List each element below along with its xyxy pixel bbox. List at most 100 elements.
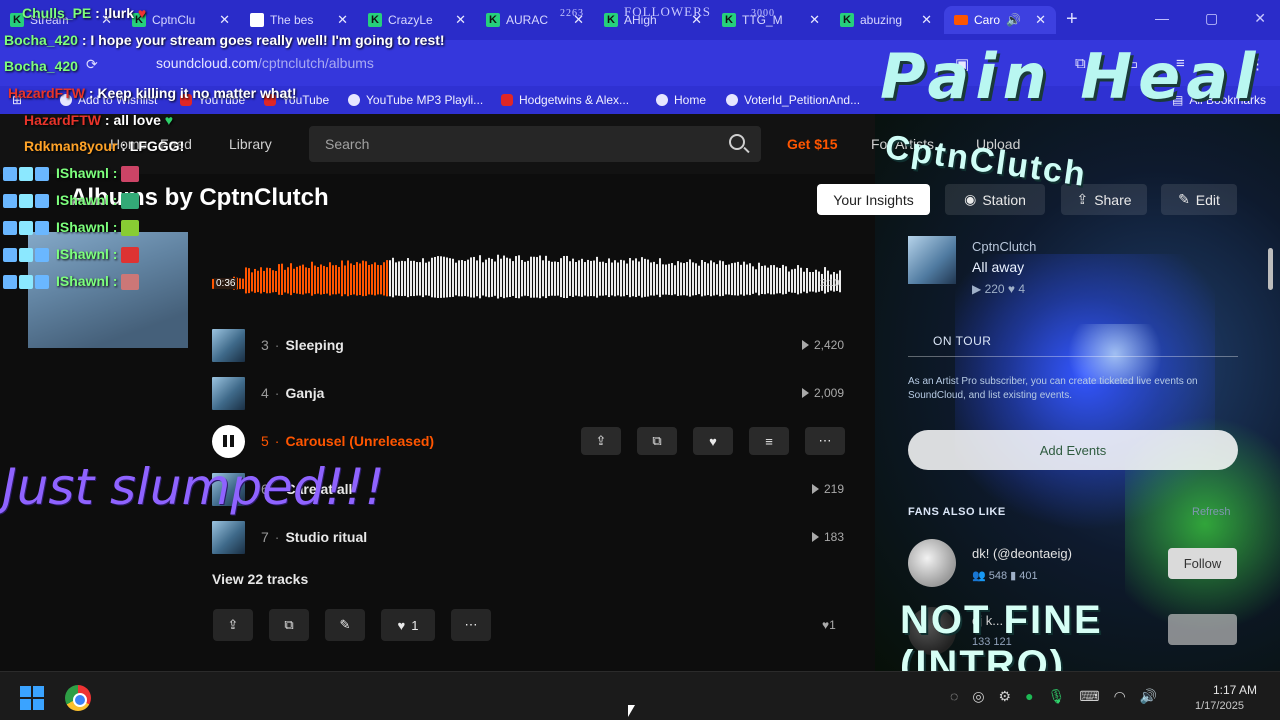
window-controls: — ▢ ✕ <box>1155 10 1266 27</box>
chat-username: HazardFTW <box>8 85 85 101</box>
waveform-bar <box>491 258 493 297</box>
waveform-bar <box>758 262 760 296</box>
station-button[interactable]: ◉ Station <box>945 184 1045 215</box>
like-track-button[interactable]: ♥ <box>693 427 733 455</box>
play-icon <box>811 484 819 494</box>
app-tray-icon[interactable]: ◎ <box>972 688 984 705</box>
sidebar-track-title[interactable]: All away <box>972 259 1024 275</box>
like-album-button[interactable]: ♥ 1 <box>381 609 435 641</box>
close-tab-icon[interactable]: ✕ <box>455 12 466 28</box>
track-row[interactable]: 4 · Ganja 2,009 <box>212 376 844 410</box>
close-tab-icon[interactable]: ✕ <box>1035 12 1046 28</box>
fan-avatar[interactable] <box>908 539 956 587</box>
tab-the-best[interactable]: The bes ✕ <box>240 6 358 34</box>
waveform-bar <box>485 259 487 297</box>
fan-name[interactable]: dk! (@deontaeig) <box>972 546 1072 561</box>
volume-icon[interactable]: 🔊 <box>1140 688 1157 705</box>
windows-start-icon[interactable] <box>20 686 44 710</box>
refresh-link[interactable]: Refresh <box>1192 506 1231 518</box>
waveform-bar <box>794 268 796 293</box>
globe-icon <box>726 94 738 106</box>
track-artwork[interactable] <box>212 376 245 410</box>
maximize-icon[interactable]: ▢ <box>1205 10 1218 27</box>
more-track-button[interactable]: ⋯ <box>805 427 845 455</box>
play-icon <box>811 532 819 542</box>
track-title[interactable]: Carousel (Unreleased) <box>285 433 434 449</box>
url-field[interactable]: soundcloud.com/cptnclutch/albums <box>130 48 850 78</box>
waveform-bar <box>422 258 424 298</box>
search-icon[interactable] <box>729 134 745 150</box>
add-events-button[interactable]: Add Events <box>908 430 1238 470</box>
mic-icon[interactable]: 🎙 <box>1048 688 1066 705</box>
track-artwork[interactable] <box>212 520 245 554</box>
close-tab-icon[interactable]: ✕ <box>219 12 230 28</box>
more-album-button[interactable]: ⋯ <box>451 609 491 641</box>
edit-button[interactable]: ✎ Edit <box>1161 184 1237 215</box>
copy-link-button[interactable]: ⧉ <box>637 427 677 455</box>
waveform-bar <box>563 255 565 299</box>
close-window-icon[interactable]: ✕ <box>1254 10 1266 27</box>
follow-button[interactable]: Follow <box>1168 548 1237 579</box>
waveform[interactable] <box>212 246 844 306</box>
waveform-bar <box>665 264 667 295</box>
new-tab-button[interactable]: + <box>1066 8 1078 31</box>
play-icon: ▶ <box>972 282 985 296</box>
waveform-bar <box>368 265 370 295</box>
close-tab-icon[interactable]: ✕ <box>921 12 932 28</box>
wifi-icon[interactable]: ◠ <box>1114 688 1126 705</box>
track-artwork[interactable] <box>212 328 245 362</box>
waveform-bar <box>617 262 619 296</box>
bookmark-hodgetwins[interactable]: Hodgetwins & Alex... <box>501 93 629 107</box>
pause-button[interactable] <box>212 424 245 458</box>
your-insights-button[interactable]: Your Insights <box>817 184 930 215</box>
tab-crazylex[interactable]: K CrazyLe ✕ <box>358 6 476 34</box>
url-path: /cptnclutch/albums <box>257 55 374 71</box>
track-row[interactable]: 7 · Studio ritual 183 <box>212 520 844 554</box>
waveform-bar <box>308 268 310 294</box>
settings-icon[interactable]: ⚙ <box>999 688 1012 705</box>
track-title[interactable]: Ganja <box>285 385 324 401</box>
view-all-tracks-link[interactable]: View 22 tracks <box>212 571 308 587</box>
network-icon[interactable]: ◌ <box>950 688 958 705</box>
waveform-bar <box>404 261 406 296</box>
track-title[interactable]: Studio ritual <box>285 529 367 545</box>
bookmark-voterid[interactable]: VoterId_PetitionAnd... <box>726 93 860 107</box>
kick-icon: K <box>486 13 500 27</box>
reload-icon[interactable]: ⟳ <box>86 56 98 73</box>
system-tray: ◌ ◎ ⚙ ● 🎙 ⌨ ◠ 🔊 <box>950 688 1157 705</box>
track-row[interactable]: 3 · Sleeping 2,420 <box>212 328 844 362</box>
waveform-bar <box>761 266 763 294</box>
close-tab-icon[interactable]: ✕ <box>337 12 348 28</box>
chat-text: : Keep killing it no matter what! <box>85 85 297 101</box>
clock-time[interactable]: 1:17 AM <box>1213 683 1257 697</box>
add-to-next-up-button[interactable]: ≡ <box>749 427 789 455</box>
track-title[interactable]: Sleeping <box>285 337 343 353</box>
sidebar-track-artist[interactable]: CptnClutch <box>972 239 1036 254</box>
sidebar-track-artwork[interactable] <box>908 236 956 284</box>
clock-date[interactable]: 1/17/2025 <box>1195 700 1244 712</box>
tab-abuzing[interactable]: Kabuzing ✕ <box>830 6 942 34</box>
edit-album-button[interactable]: ✎ <box>325 609 365 641</box>
waveform-bar <box>779 267 781 294</box>
get-offer-link[interactable]: Get $15 <box>787 136 838 152</box>
keyboard-icon[interactable]: ⌨ <box>1079 688 1099 705</box>
bookmark-youtube-mp3[interactable]: YouTube MP3 Playli... <box>348 93 483 107</box>
bookmark-home[interactable]: Home <box>656 93 706 107</box>
share-track-button[interactable]: ⇪ <box>581 427 621 455</box>
tab-soundcloud-active[interactable]: Caro 🔊 ✕ <box>944 6 1056 34</box>
minimize-icon[interactable]: — <box>1155 10 1169 27</box>
heart-icon: ♥ <box>134 5 147 21</box>
spotify-icon[interactable]: ● <box>1025 688 1033 705</box>
waveform-bar <box>362 260 364 297</box>
play-count-value: 2,420 <box>813 338 844 352</box>
share-album-button[interactable]: ⇪ <box>213 609 253 641</box>
copy-album-link-button[interactable]: ⧉ <box>269 609 309 641</box>
nav-library[interactable]: Library <box>229 136 272 152</box>
chat-username: IShawnl : <box>56 246 118 262</box>
search-input[interactable]: Search <box>309 126 761 162</box>
chrome-icon[interactable] <box>65 685 91 711</box>
waveform-bar <box>584 262 586 296</box>
waveform-bar <box>551 261 553 296</box>
close-tab-icon[interactable]: ✕ <box>809 12 820 28</box>
scrollbar[interactable] <box>1268 248 1273 290</box>
